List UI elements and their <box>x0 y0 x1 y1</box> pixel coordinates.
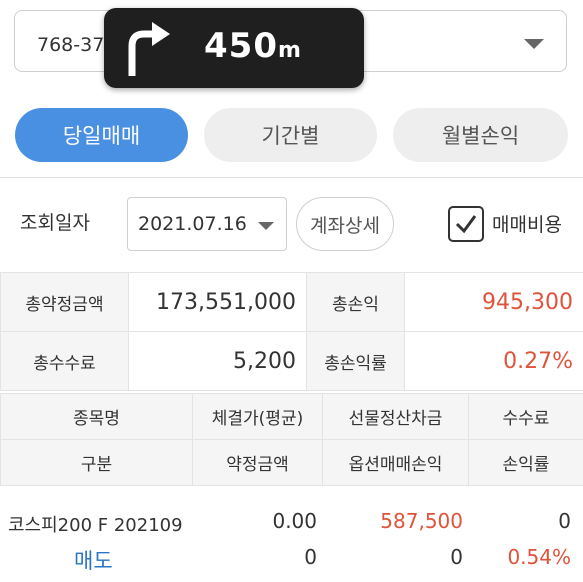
header-pl-rate: 손익률 <box>468 439 583 486</box>
date-value: 2021.07.16 <box>138 213 247 235</box>
option-pl: 0 <box>450 545 463 569</box>
avg-price: 0.00 <box>272 509 317 533</box>
column-header-table: 종목명 체결가(평균) 선물정산차금 수수료 구분 약정금액 옵션매매손익 손익… <box>0 393 583 486</box>
fee: 0 <box>558 509 571 533</box>
nav-distance-value: 450 <box>204 26 278 66</box>
futures-settlement: 587,500 <box>380 509 463 533</box>
query-date-label: 조회일자 <box>20 212 90 234</box>
nav-distance-unit: m <box>277 38 302 63</box>
trade-cost-label: 매매비용 <box>492 214 562 236</box>
tab-monthly-pl[interactable]: 월별손익 <box>393 108 568 162</box>
turn-right-arrow-icon <box>128 22 170 76</box>
account-detail-button[interactable]: 계좌상세 <box>296 197 394 251</box>
header-contract-amount: 약정금액 <box>192 439 323 486</box>
nav-distance: 450m <box>204 26 302 66</box>
total-pl-rate-label: 총손익률 <box>306 331 405 391</box>
total-contract-value: 173,551,000 <box>128 272 307 332</box>
navigation-overlay: 450m <box>104 8 364 88</box>
date-select[interactable]: 2021.07.16 <box>127 197 287 251</box>
pl-rate: 0.54% <box>507 545 571 569</box>
table-row[interactable]: 매도 0 0 0.54% <box>0 541 583 577</box>
total-pl-value: 945,300 <box>404 272 583 332</box>
header-type: 구분 <box>0 439 193 486</box>
contract-amount: 0 <box>304 545 317 569</box>
header-option-pl: 옵션매매손익 <box>322 439 469 486</box>
chevron-down-icon <box>524 39 544 49</box>
item-name: 코스피200 F 202109 <box>8 515 183 536</box>
tab-bar: 당일매매 기간별 월별손익 <box>0 108 583 162</box>
total-pl-rate-value: 0.27% <box>404 331 583 391</box>
header-futures-settlement: 선물정산차금 <box>322 393 469 440</box>
tab-daily-trade[interactable]: 당일매매 <box>15 108 188 162</box>
table-row[interactable]: 코스피200 F 202109 0.00 587,500 0 <box>0 505 583 541</box>
divider <box>0 177 583 178</box>
header-avg-price: 체결가(평균) <box>192 393 323 440</box>
summary-table: 총약정금액 173,551,000 총손익 945,300 총수수료 5,200… <box>0 272 583 391</box>
chevron-down-icon <box>258 222 274 230</box>
tab-period[interactable]: 기간별 <box>204 108 377 162</box>
total-fee-label: 총수수료 <box>0 331 129 391</box>
total-contract-label: 총약정금액 <box>0 272 129 332</box>
total-pl-label: 총손익 <box>306 272 405 332</box>
header-item-name: 종목명 <box>0 393 193 440</box>
header-fee: 수수료 <box>468 393 583 440</box>
check-icon <box>455 215 477 234</box>
total-fee-value: 5,200 <box>128 331 307 391</box>
trade-type: 매도 <box>74 549 113 573</box>
trade-cost-checkbox[interactable] <box>448 206 484 242</box>
